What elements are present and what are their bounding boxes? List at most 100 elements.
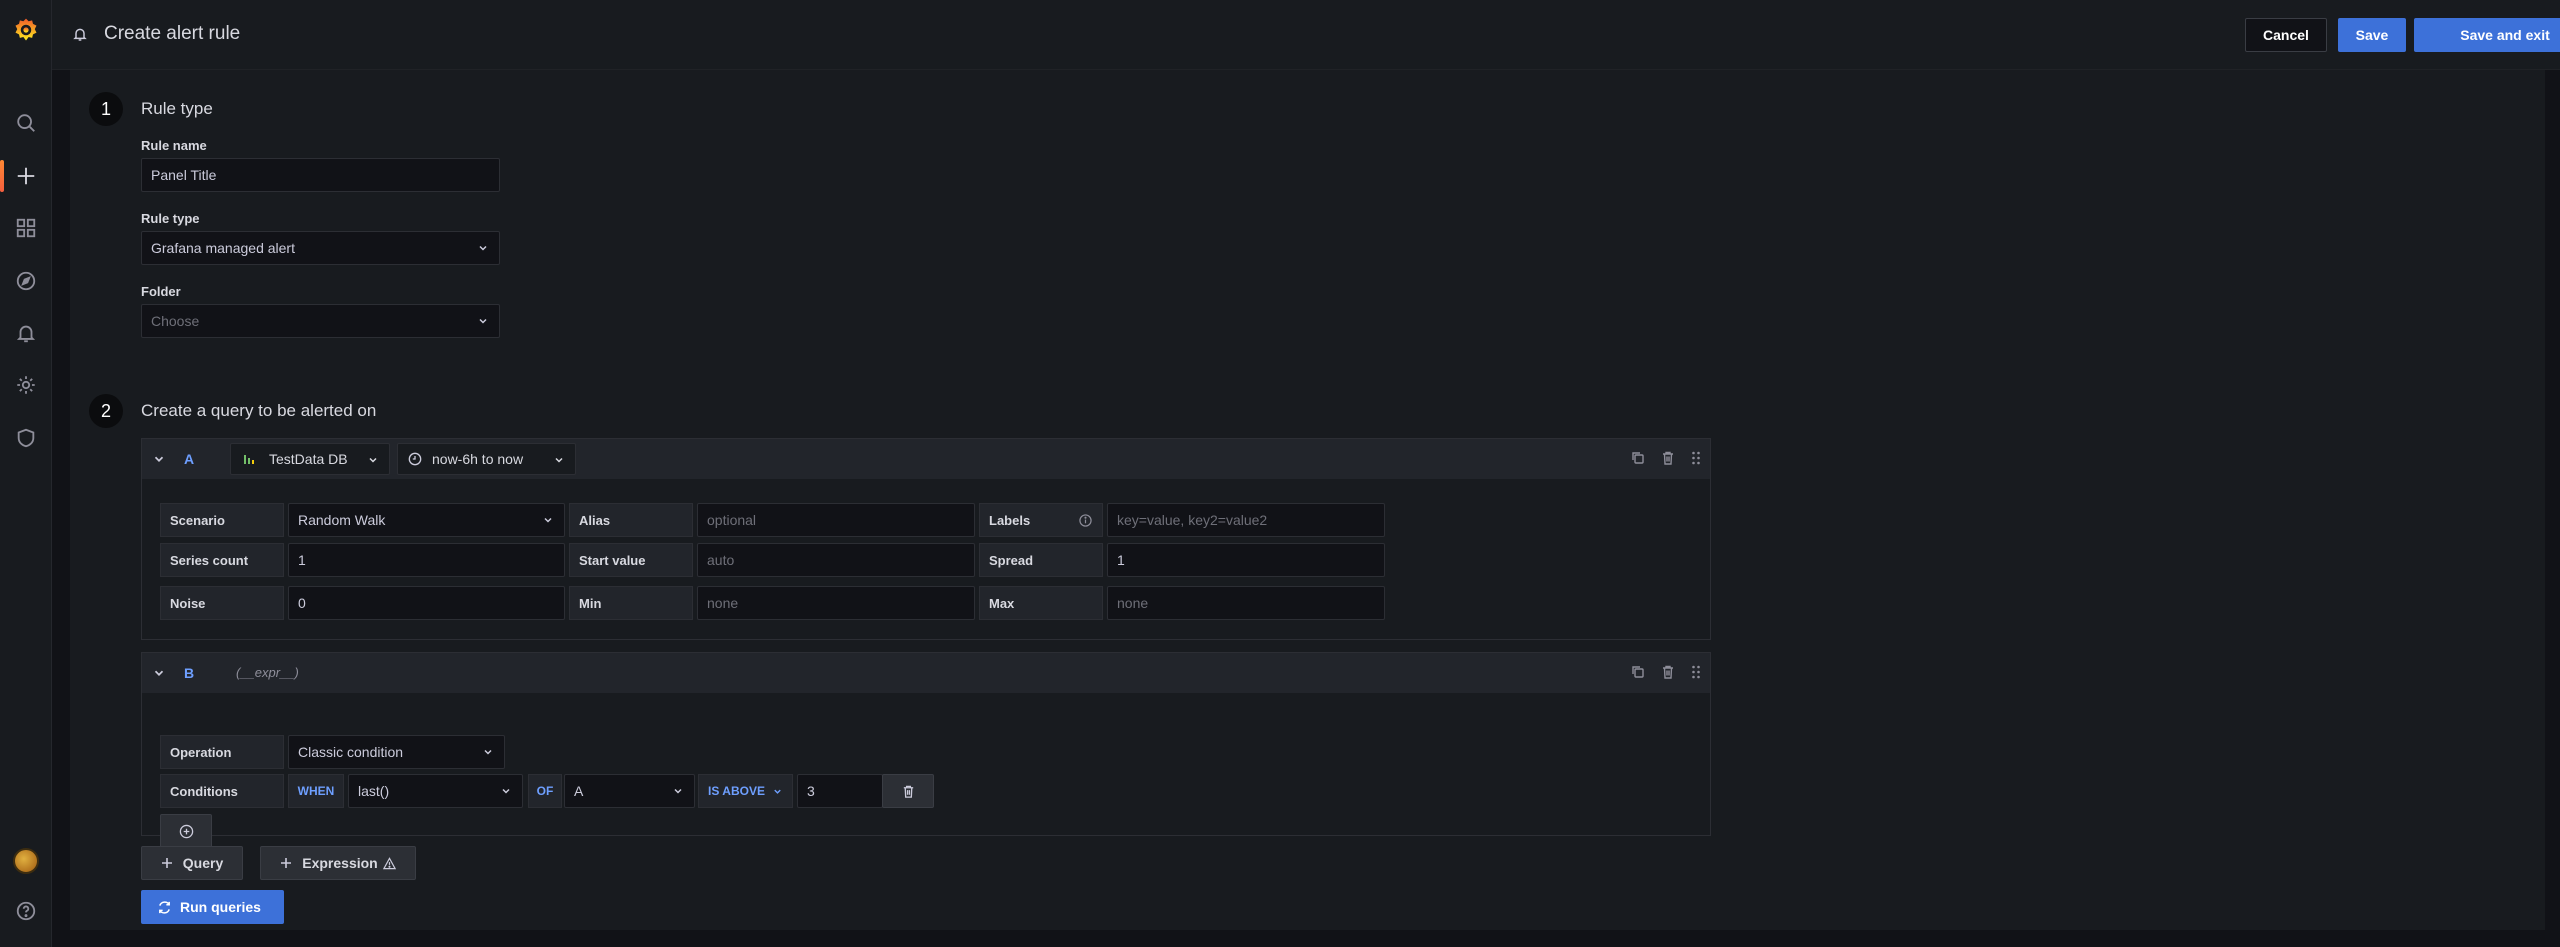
when-keyword: WHEN xyxy=(288,774,344,808)
evaluator-value: IS ABOVE xyxy=(708,784,765,798)
query-ref-value: A xyxy=(574,783,584,799)
add-expression-button[interactable]: Expression xyxy=(260,846,416,880)
help-icon[interactable] xyxy=(0,889,52,933)
query-b-header: B (__expr__) xyxy=(142,653,1710,693)
start-value-label: Start value xyxy=(569,543,693,577)
add-query-button[interactable]: Query xyxy=(141,846,243,880)
datasource-picker[interactable]: TestData DB xyxy=(230,443,390,475)
page-title: Create alert rule xyxy=(104,23,241,44)
min-placeholder: none xyxy=(707,595,739,611)
scenario-value: Random Walk xyxy=(298,512,386,528)
search-icon[interactable] xyxy=(0,101,52,145)
explore-icon[interactable] xyxy=(0,259,52,303)
plus-icon[interactable] xyxy=(0,154,52,198)
collapse-chevron-icon[interactable] xyxy=(152,666,166,680)
of-keyword: OF xyxy=(528,774,562,808)
query-panel-a: A TestData DB now-6h to now Scenario Ran… xyxy=(141,438,1711,640)
datasource-name: TestData DB xyxy=(269,451,348,467)
run-queries-label: Run queries xyxy=(180,899,261,915)
alias-placeholder: optional xyxy=(707,512,757,528)
noise-label: Noise xyxy=(160,586,284,620)
query-a-name[interactable]: A xyxy=(184,451,194,467)
grafana-logo-icon[interactable] xyxy=(0,6,52,54)
avatar[interactable] xyxy=(13,848,39,874)
rule-name-value: Panel Title xyxy=(151,167,217,183)
reducer-value: last() xyxy=(358,783,390,799)
chevron-down-icon xyxy=(672,785,684,797)
max-label: Max xyxy=(979,586,1103,620)
info-circle-icon[interactable] xyxy=(1079,514,1092,527)
threshold-value: 3 xyxy=(807,783,815,799)
conditions-label: Conditions xyxy=(160,774,284,808)
dashboards-icon[interactable] xyxy=(0,206,52,250)
collapse-chevron-icon[interactable] xyxy=(152,452,166,466)
operation-value: Classic condition xyxy=(298,744,404,760)
drag-handle-icon[interactable] xyxy=(1688,450,1704,466)
drag-handle-icon[interactable] xyxy=(1688,664,1704,680)
evaluator-dropdown[interactable]: IS ABOVE xyxy=(698,774,793,808)
folder-select[interactable]: Choose xyxy=(141,304,500,338)
noise-input[interactable]: 0 xyxy=(288,586,565,620)
trash-icon[interactable] xyxy=(1660,450,1676,466)
sidebar xyxy=(0,0,52,947)
series-count-value: 1 xyxy=(298,552,306,568)
alias-input[interactable]: optional xyxy=(697,503,975,537)
step-number-1: 1 xyxy=(89,92,123,126)
save-button[interactable]: Save xyxy=(2338,18,2406,52)
threshold-input[interactable]: 3 xyxy=(797,774,883,808)
operation-select[interactable]: Classic condition xyxy=(288,735,505,769)
folder-placeholder: Choose xyxy=(151,313,200,329)
chevron-down-icon xyxy=(477,242,489,254)
shield-icon[interactable] xyxy=(0,416,52,460)
reducer-select[interactable]: last() xyxy=(348,774,523,808)
rule-type-label: Rule type xyxy=(141,211,200,226)
query-ref-select[interactable]: A xyxy=(564,774,695,808)
noise-value: 0 xyxy=(298,595,306,611)
labels-input[interactable]: key=value, key2=value2 xyxy=(1107,503,1385,537)
step-title-query: Create a query to be alerted on xyxy=(141,401,377,420)
rule-type-select[interactable]: Grafana managed alert xyxy=(141,231,500,265)
scenario-select[interactable]: Random Walk xyxy=(288,503,565,537)
duplicate-icon[interactable] xyxy=(1630,664,1646,680)
add-condition-button[interactable] xyxy=(160,814,212,848)
time-range-value: now-6h to now xyxy=(432,451,524,467)
clock-icon xyxy=(408,452,422,466)
duplicate-icon[interactable] xyxy=(1630,450,1646,466)
page-header: Create alert rule Cancel Save Save and e… xyxy=(52,0,2560,70)
spread-value: 1 xyxy=(1117,552,1125,568)
rule-name-input[interactable]: Panel Title xyxy=(141,158,500,192)
gear-icon[interactable] xyxy=(0,363,52,407)
main-content: 1 Rule type Rule name Panel Title Rule t… xyxy=(70,70,2545,930)
scenario-label: Scenario xyxy=(160,503,284,537)
min-input[interactable]: none xyxy=(697,586,975,620)
spread-input[interactable]: 1 xyxy=(1107,543,1385,577)
max-input[interactable]: none xyxy=(1107,586,1385,620)
bell-icon xyxy=(72,26,88,42)
plus-icon xyxy=(161,857,173,869)
max-placeholder: none xyxy=(1117,595,1149,611)
warning-icon xyxy=(382,856,396,870)
trash-icon xyxy=(901,784,916,799)
start-value-placeholder: auto xyxy=(707,552,735,568)
add-query-label: Query xyxy=(182,855,224,871)
alerting-icon[interactable] xyxy=(0,311,52,355)
time-range-picker[interactable]: now-6h to now xyxy=(397,443,576,475)
chevron-down-icon xyxy=(553,454,565,466)
refresh-icon xyxy=(157,900,172,915)
save-and-exit-button[interactable]: Save and exit xyxy=(2414,18,2560,52)
run-queries-button[interactable]: Run queries xyxy=(141,890,284,924)
labels-label-text: Labels xyxy=(989,512,1031,528)
add-expression-label: Expression xyxy=(302,855,378,871)
plus-circle-icon xyxy=(179,824,194,839)
labels-placeholder: key=value, key2=value2 xyxy=(1117,512,1268,528)
query-b-name[interactable]: B xyxy=(184,665,194,681)
chevron-down-icon xyxy=(542,514,554,526)
series-count-input[interactable]: 1 xyxy=(288,543,565,577)
step-title-rule-type: Rule type xyxy=(141,99,213,118)
chevron-down-icon xyxy=(772,786,783,797)
remove-condition-button[interactable] xyxy=(882,774,934,808)
trash-icon[interactable] xyxy=(1660,664,1676,680)
folder-label: Folder xyxy=(141,284,181,299)
cancel-button[interactable]: Cancel xyxy=(2245,18,2327,52)
start-value-input[interactable]: auto xyxy=(697,543,975,577)
